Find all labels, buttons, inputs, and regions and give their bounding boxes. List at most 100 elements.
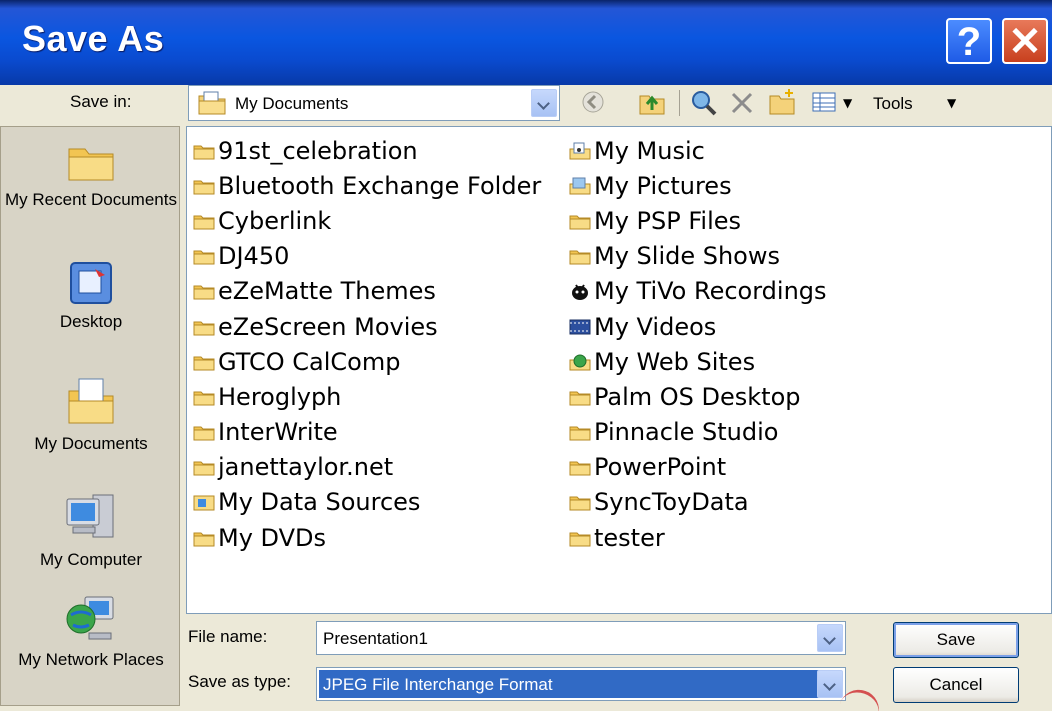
file-item[interactable]: eZeScreen Movies	[193, 309, 541, 344]
file-item[interactable]: My TiVo Recordings	[569, 274, 827, 309]
views-dropdown-icon[interactable]: ▼	[843, 96, 852, 110]
place-my-documents[interactable]: My Documents	[1, 373, 181, 455]
save-in-dropdown-button[interactable]	[531, 89, 557, 117]
place-my-computer[interactable]: My Computer	[1, 489, 181, 571]
folder-icon	[193, 532, 215, 547]
file-item[interactable]: Pinnacle Studio	[569, 415, 827, 450]
folder-icon	[193, 426, 215, 441]
save-as-type-label: Save as type:	[188, 672, 292, 691]
file-name-input[interactable]: Presentation1	[316, 621, 846, 655]
file-item-label: DJ450	[218, 242, 290, 271]
folder-icon	[569, 391, 591, 406]
computer-icon	[66, 494, 114, 538]
place-desktop[interactable]: Desktop	[1, 259, 181, 333]
file-item[interactable]: My Data Sources	[193, 485, 541, 520]
file-item-label: Pinnacle Studio	[594, 418, 779, 447]
data-sources-icon	[193, 495, 215, 511]
folder-icon	[193, 180, 215, 195]
cancel-button[interactable]: Cancel	[893, 667, 1019, 703]
place-my-network-places[interactable]: My Network Places	[1, 589, 181, 671]
help-button[interactable]: ?	[946, 18, 992, 64]
file-item[interactable]: PowerPoint	[569, 450, 827, 485]
file-item[interactable]: My Web Sites	[569, 344, 827, 379]
file-item[interactable]: InterWrite	[193, 415, 541, 450]
file-item[interactable]: My Slide Shows	[569, 239, 827, 274]
file-item[interactable]: 91st_celebration	[193, 133, 541, 168]
file-item-label: 91st_celebration	[218, 136, 418, 165]
folder-icon	[193, 391, 215, 406]
file-item-label: eZeScreen Movies	[218, 312, 438, 341]
file-item[interactable]: Cyberlink	[193, 203, 541, 238]
my-documents-icon	[198, 91, 226, 115]
file-item-label: My Slide Shows	[594, 242, 780, 271]
tools-menu[interactable]: Tools	[873, 94, 913, 114]
file-item[interactable]: GTCO CalComp	[193, 344, 541, 379]
file-name-value: Presentation1	[323, 629, 428, 648]
views-icon[interactable]	[809, 86, 839, 118]
file-item-label: My Music	[594, 136, 705, 165]
save-as-type-value: JPEG File Interchange Format	[323, 675, 553, 694]
file-item[interactable]: My Videos	[569, 309, 827, 344]
file-item[interactable]: tester	[569, 520, 827, 555]
music-folder-icon	[569, 142, 591, 160]
file-item[interactable]: Bluetooth Exchange Folder	[193, 168, 541, 203]
folder-icon	[193, 285, 215, 300]
folder-icon	[68, 148, 114, 181]
save-in-label: Save in:	[70, 92, 132, 111]
save-as-type-select[interactable]: JPEG File Interchange Format	[316, 667, 846, 701]
new-folder-icon[interactable]	[767, 86, 797, 118]
file-item[interactable]: DJ450	[193, 239, 541, 274]
places-bar: My Recent Documents Desktop My Documents	[0, 126, 180, 706]
desktop-icon	[70, 262, 112, 304]
my-documents-icon	[68, 378, 114, 424]
file-name-dropdown-button[interactable]	[817, 624, 843, 652]
close-button[interactable]: ✕	[1002, 18, 1048, 64]
file-list[interactable]: 91st_celebration Bluetooth Exchange Folde…	[186, 126, 1052, 614]
dialog-title: Save As	[22, 18, 165, 59]
file-item-label: PowerPoint	[594, 453, 727, 482]
file-item-label: GTCO CalComp	[218, 347, 401, 376]
web-folder-icon	[569, 354, 591, 371]
file-item[interactable]: My Pictures	[569, 168, 827, 203]
title-bar[interactable]: Save As ? ✕	[0, 0, 1052, 85]
file-item-label: My Pictures	[594, 171, 732, 200]
save-as-type-dropdown-button[interactable]	[817, 670, 843, 698]
place-my-recent-documents[interactable]: My Recent Documents	[1, 139, 181, 211]
save-button[interactable]: Save	[893, 622, 1019, 658]
place-label: Desktop	[59, 312, 123, 331]
file-item[interactable]: eZeMatte Themes	[193, 274, 541, 309]
place-label: My Recent Documents	[5, 190, 177, 209]
file-item-label: Palm OS Desktop	[594, 382, 801, 411]
file-item[interactable]: janettaylor.net	[193, 450, 541, 485]
file-name-label: File name:	[188, 627, 268, 646]
delete-icon[interactable]	[727, 86, 757, 118]
place-label: My Documents	[34, 434, 148, 453]
file-item[interactable]: Heroglyph	[193, 379, 541, 414]
file-item[interactable]: My DVDs	[193, 520, 541, 555]
back-icon[interactable]	[579, 86, 609, 118]
file-item[interactable]: My PSP Files	[569, 203, 827, 238]
file-item[interactable]: SyncToyData	[569, 485, 827, 520]
file-item-label: My DVDs	[218, 523, 326, 552]
file-item-label: My TiVo Recordings	[594, 277, 827, 306]
file-item-label: Bluetooth Exchange Folder	[218, 171, 542, 200]
folder-icon	[569, 426, 591, 441]
tools-dropdown-icon[interactable]: ▼	[947, 96, 956, 110]
tivo-icon	[572, 284, 588, 301]
file-column-2: My Music My Pictures My PSP Files My Slide …	[569, 133, 827, 555]
place-label: My Computer	[39, 550, 143, 569]
folder-icon	[569, 250, 591, 265]
file-item-label: Cyberlink	[218, 206, 332, 235]
folder-icon	[193, 321, 215, 336]
search-web-icon[interactable]	[689, 86, 719, 118]
file-item-label: janettaylor.net	[218, 453, 394, 482]
folder-icon	[193, 356, 215, 371]
up-folder-icon[interactable]	[637, 86, 667, 118]
file-item[interactable]: My Music	[569, 133, 827, 168]
file-item-label: My Data Sources	[218, 488, 421, 517]
folder-icon	[193, 250, 215, 265]
file-item[interactable]: Palm OS Desktop	[569, 379, 827, 414]
folder-icon	[193, 215, 215, 230]
save-in-combo[interactable]: My Documents	[188, 85, 560, 121]
file-item-label: My Web Sites	[594, 347, 756, 376]
